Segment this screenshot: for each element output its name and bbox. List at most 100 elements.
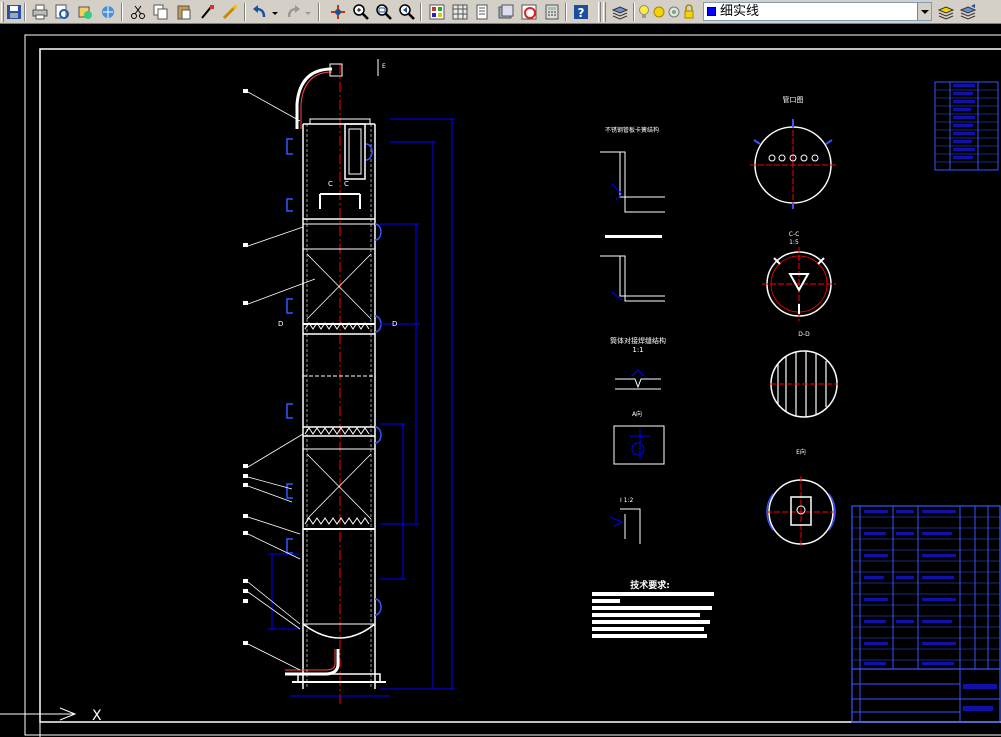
redo-icon bbox=[287, 5, 300, 18]
section-dd-label: D-D bbox=[798, 331, 810, 338]
detail-views: 不锈钢管板卡簧结构 筒体对接焊缝结构 1:1 A向 I 1:2 技术要求: bbox=[592, 126, 714, 638]
pan-button[interactable] bbox=[328, 2, 348, 22]
section-cc-label: C-C bbox=[789, 231, 800, 238]
3d-dwf-icon bbox=[102, 6, 114, 18]
tool-palettes-button[interactable] bbox=[473, 2, 493, 22]
weld-detail-scale: 1:1 bbox=[632, 346, 643, 354]
separator bbox=[244, 3, 246, 21]
section-mark-c-right: C bbox=[344, 180, 349, 188]
toolbar-grip[interactable] bbox=[598, 2, 601, 22]
cut-button[interactable] bbox=[128, 2, 148, 22]
zoom-previous-icon bbox=[399, 4, 415, 20]
separator bbox=[420, 3, 422, 21]
print-icon bbox=[32, 4, 48, 20]
help-button[interactable]: ? bbox=[571, 2, 591, 22]
properties-icon bbox=[429, 4, 445, 20]
right-views: 管口图 C-C 1:5 D-D E向 bbox=[750, 95, 838, 548]
make-current-layer-icon bbox=[938, 6, 954, 20]
separator bbox=[565, 3, 567, 21]
undo-button[interactable] bbox=[250, 2, 270, 22]
make-current-layer-button[interactable] bbox=[936, 2, 956, 22]
svg-text:不锈钢管板卡簧结构: 不锈钢管板卡簧结构 bbox=[605, 126, 659, 134]
nozzle-view-label: 管口图 bbox=[783, 95, 804, 104]
copy-button[interactable] bbox=[151, 2, 171, 22]
save-icon bbox=[7, 5, 21, 19]
sheet-set-button[interactable] bbox=[496, 2, 516, 22]
view-e-mark: E bbox=[382, 63, 386, 70]
sheet-border-outer bbox=[24, 34, 1001, 736]
separator bbox=[633, 3, 635, 21]
weld-detail-title: 筒体对接焊缝结构 bbox=[610, 336, 666, 345]
ucs-icon: X bbox=[0, 692, 102, 737]
layer-dropdown-arrow[interactable] bbox=[917, 3, 931, 20]
block-editor-icon bbox=[222, 5, 237, 20]
markup-button[interactable] bbox=[519, 2, 539, 22]
layer-color-swatch bbox=[707, 7, 716, 16]
undo-icon bbox=[253, 5, 266, 18]
cad-drawing: D D C C E 不锈钢管板卡簧结构 筒体对接焊缝结构 1:1 A向 I 1:… bbox=[0, 34, 1001, 737]
layer-thaw-toggle[interactable] bbox=[652, 2, 666, 22]
zoom-previous-button[interactable] bbox=[397, 2, 417, 22]
standard-toolbar: ? 细实线 bbox=[0, 0, 1001, 24]
zoom-realtime-button[interactable] bbox=[351, 2, 371, 22]
block-editor-button[interactable] bbox=[220, 2, 240, 22]
cut-icon bbox=[131, 5, 145, 19]
sheet-set-icon bbox=[498, 4, 514, 19]
title-block bbox=[851, 505, 1001, 723]
layer-freeze-viewport-toggle[interactable] bbox=[667, 2, 681, 22]
undo-dropdown-button[interactable] bbox=[270, 2, 280, 22]
layer-on-toggle[interactable] bbox=[637, 2, 651, 22]
zoom-window-button[interactable] bbox=[374, 2, 394, 22]
redo-dropdown-button[interactable] bbox=[303, 2, 313, 22]
layer-lock-toggle[interactable] bbox=[682, 2, 696, 22]
quickcalc-icon bbox=[545, 4, 559, 20]
properties-button[interactable] bbox=[427, 2, 447, 22]
redo-dropdown-icon bbox=[305, 12, 311, 15]
view-e-label: E向 bbox=[796, 448, 806, 456]
design-center-button[interactable] bbox=[450, 2, 470, 22]
redo-button[interactable] bbox=[283, 2, 303, 22]
quickcalc-button[interactable] bbox=[542, 2, 562, 22]
layer-previous-icon bbox=[960, 4, 976, 20]
section-cc-scale: 1:5 bbox=[789, 239, 799, 246]
layer-state-freeze-icon bbox=[668, 6, 680, 18]
layer-previous-button[interactable] bbox=[958, 2, 978, 22]
toolbar-grip[interactable] bbox=[603, 2, 606, 22]
section-mark-c-left: C bbox=[328, 180, 333, 188]
print-preview-button[interactable] bbox=[52, 2, 72, 22]
chevron-down-icon bbox=[921, 10, 929, 14]
tech-requirements-title: 技术要求: bbox=[630, 579, 670, 591]
print-button[interactable] bbox=[30, 2, 50, 22]
layer-manager-icon bbox=[612, 6, 628, 20]
layer-state-sun-icon bbox=[653, 6, 665, 18]
tool-palettes-icon bbox=[476, 4, 488, 20]
view-a-label: A向 bbox=[632, 410, 642, 418]
layer-dropdown[interactable]: 细实线 bbox=[703, 2, 932, 21]
match-properties-icon bbox=[201, 5, 214, 19]
markup-icon bbox=[521, 4, 537, 20]
layer-name: 细实线 bbox=[720, 4, 760, 19]
section-mark-d-left: D bbox=[278, 320, 283, 328]
publish-icon bbox=[78, 6, 92, 19]
3d-dwf-button[interactable] bbox=[98, 2, 118, 22]
save-button[interactable] bbox=[4, 2, 24, 22]
paste-button[interactable] bbox=[174, 2, 194, 22]
paste-icon bbox=[177, 5, 191, 20]
detail-i-label: I 1:2 bbox=[620, 497, 634, 504]
svg-text:?: ? bbox=[578, 6, 585, 20]
tower-main-view: D D C C E bbox=[243, 59, 455, 704]
design-center-icon bbox=[452, 4, 468, 20]
help-icon: ? bbox=[574, 5, 588, 20]
print-preview-icon bbox=[55, 4, 69, 19]
separator bbox=[121, 3, 123, 21]
model-space-canvas[interactable]: D D C C E 不锈钢管板卡簧结构 筒体对接焊缝结构 1:1 A向 I 1:… bbox=[0, 24, 1001, 737]
zoom-window-icon bbox=[376, 4, 392, 20]
copy-icon bbox=[153, 4, 168, 20]
separator bbox=[318, 3, 320, 21]
layer-manager-button[interactable] bbox=[610, 2, 630, 22]
layer-state-lightbulb-icon bbox=[639, 5, 649, 18]
undo-dropdown-icon bbox=[272, 12, 278, 15]
publish-button[interactable] bbox=[75, 2, 95, 22]
match-properties-button[interactable] bbox=[197, 2, 217, 22]
pan-icon bbox=[331, 5, 345, 19]
